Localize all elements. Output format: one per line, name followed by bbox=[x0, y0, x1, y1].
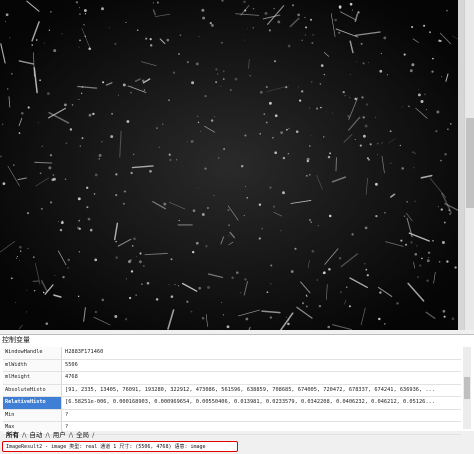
scope-tabs: 所有 /\ 自动 /\ 用户 /\ 全局 / bbox=[4, 430, 95, 440]
row-name: mlWidth bbox=[3, 359, 62, 371]
status-bar: ImageResult2 - image 类型: real 通道 1 尺寸: (… bbox=[2, 441, 238, 452]
tab-auto[interactable]: 自动 bbox=[27, 430, 44, 440]
panel-title: 控制变量 bbox=[2, 336, 30, 344]
row-name: mlHeight bbox=[3, 372, 62, 384]
image-view[interactable] bbox=[0, 0, 458, 330]
row-name: AbsoluteHisto bbox=[3, 384, 62, 396]
row-name: Min bbox=[3, 409, 62, 421]
table-row[interactable]: mlWidth 5506 bbox=[3, 359, 461, 372]
row-value: H2883F171460 bbox=[65, 349, 104, 355]
status-text: ImageResult2 - image 类型: real 通道 1 尺寸: (… bbox=[6, 444, 206, 450]
image-scrollbar[interactable] bbox=[464, 0, 474, 330]
variable-panel: 控制变量 WindowHandle H2883F171460 mlWidth 5… bbox=[0, 334, 474, 435]
row-value: 4768 bbox=[65, 374, 78, 380]
row-value: ? bbox=[65, 411, 69, 418]
row-value: 5506 bbox=[65, 361, 78, 368]
tab-all[interactable]: 所有 bbox=[4, 430, 21, 440]
row-name: RelativeHisto bbox=[3, 397, 62, 409]
tab-separator: / bbox=[92, 431, 95, 439]
row-value: ? bbox=[65, 424, 69, 430]
particle-image bbox=[0, 0, 458, 330]
table-row[interactable]: WindowHandle H2883F171460 bbox=[3, 347, 461, 360]
tab-global[interactable]: 全局 bbox=[74, 430, 91, 440]
row-value: [6.58251e-006, 0.000168903, 0.000969654,… bbox=[65, 399, 435, 405]
table-row[interactable]: AbsoluteHisto [91, 2335, 13405, 76091, 1… bbox=[3, 384, 461, 397]
row-name: WindowHandle bbox=[3, 347, 62, 359]
panel-scroll-thumb[interactable] bbox=[464, 377, 470, 399]
table-row[interactable]: mlHeight 4768 bbox=[3, 372, 461, 385]
row-value: [91, 2335, 13405, 76091, 193280, 322912,… bbox=[65, 386, 435, 393]
image-scroll-thumb[interactable] bbox=[466, 118, 474, 208]
panel-scrollbar[interactable] bbox=[463, 347, 471, 429]
tab-user[interactable]: 用户 bbox=[51, 430, 68, 440]
variable-grid: WindowHandle H2883F171460 mlWidth 5506 m… bbox=[3, 347, 461, 435]
table-row-selected[interactable]: RelativeHisto [6.58251e-006, 0.000168903… bbox=[3, 397, 461, 410]
table-row[interactable]: Min ? bbox=[3, 409, 461, 422]
